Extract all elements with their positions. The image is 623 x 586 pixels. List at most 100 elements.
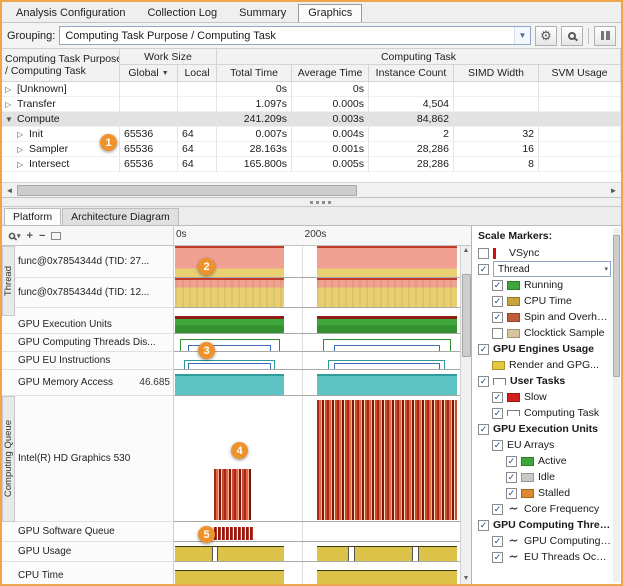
expand-icon[interactable]: ▷ xyxy=(17,130,26,139)
checkbox[interactable]: ✓ xyxy=(492,408,503,419)
zoom-mode-button[interactable]: ▾ xyxy=(8,232,21,240)
legend-scrollbar[interactable] xyxy=(613,228,620,582)
row-label[interactable]: GPU Computing Threads Dis... xyxy=(2,334,174,352)
expand-icon[interactable]: ▷ xyxy=(5,85,14,94)
checkbox[interactable]: ✓ xyxy=(492,280,503,291)
scroll-left-arrow[interactable]: ◄ xyxy=(2,186,17,195)
gpu-eu-instructions-chart[interactable] xyxy=(174,352,460,370)
checkbox[interactable]: ✓ xyxy=(506,488,517,499)
table-horizontal-scrollbar[interactable]: ◄ ► xyxy=(2,182,621,197)
grouping-combobox[interactable]: Computing Task Purpose / Computing Task … xyxy=(59,26,531,45)
gpu-memory-access-chart[interactable] xyxy=(174,370,460,396)
scrollbar-thumb[interactable] xyxy=(613,235,620,377)
timeline-ruler[interactable]: 0s 200s xyxy=(174,226,471,245)
checkbox[interactable]: ✓ xyxy=(492,552,503,563)
checkbox[interactable]: ✓ xyxy=(478,344,489,355)
column-header-instance-count[interactable]: Instance Count xyxy=(369,65,454,82)
checkbox[interactable]: ✓ xyxy=(492,504,503,515)
gpu-computing-threads-chart[interactable] xyxy=(174,334,460,352)
collapse-icon[interactable]: ▼ xyxy=(5,115,14,124)
zoom-in-button[interactable]: + xyxy=(27,230,33,242)
search-button[interactable] xyxy=(561,26,583,46)
column-header-total-time[interactable]: Total Time xyxy=(217,65,292,82)
chevron-down-icon[interactable]: ▼ xyxy=(514,27,530,44)
checkbox[interactable]: ✓ xyxy=(506,456,517,467)
row-label[interactable]: GPU EU Instructions xyxy=(2,352,174,370)
checkbox[interactable]: ✓ xyxy=(478,424,489,435)
row-label[interactable]: func@0x7854344d (TID: 27... xyxy=(2,246,174,278)
table-row-unknown[interactable]: ▷[Unknown] 0s 0s xyxy=(2,82,621,97)
column-header-task-purpose[interactable]: Computing Task Purpose / Computing Task xyxy=(2,49,120,82)
panel-layout-button[interactable] xyxy=(594,26,616,46)
checkbox[interactable]: ✓ xyxy=(492,536,503,547)
timeline-row-thread-2[interactable]: func@0x7854344d (TID: 12... xyxy=(2,278,460,308)
table-row-intersect[interactable]: ▷Intersect 65536 64 165.800s 0.005s 28,2… xyxy=(2,157,621,172)
timeline-row-gpu-memory-access[interactable]: GPU Memory Access46.685 xyxy=(2,370,460,396)
checkbox[interactable] xyxy=(492,328,503,339)
scrollbar-thumb[interactable] xyxy=(17,185,357,196)
column-header-local[interactable]: Local xyxy=(178,65,217,82)
scroll-down-arrow[interactable]: ▼ xyxy=(463,575,470,583)
zoom-selection-button[interactable] xyxy=(51,232,61,240)
table-row-transfer[interactable]: ▷Transfer 1.097s 0.000s 4,504 xyxy=(2,97,621,112)
table-row-compute[interactable]: ▼Compute 241.209s 0.003s 84,862 xyxy=(2,112,621,127)
timeline-row-gpu-usage[interactable]: GPU Usage xyxy=(2,542,460,562)
thread-1-chart[interactable] xyxy=(174,246,460,278)
scrollbar-thumb[interactable] xyxy=(462,274,471,357)
expand-icon[interactable]: ▷ xyxy=(17,145,26,154)
column-group-computing-task[interactable]: Computing Task xyxy=(217,49,621,65)
timeline-row-gpu-execution-units[interactable]: GPU Execution Units xyxy=(2,316,460,334)
checkbox[interactable]: ✓ xyxy=(492,312,503,323)
scrollbar-track[interactable] xyxy=(462,255,471,575)
timeline-row-thread-1[interactable]: func@0x7854344d (TID: 27... xyxy=(2,246,460,278)
column-header-simd-width[interactable]: SIMD Width xyxy=(454,65,539,82)
expand-icon[interactable]: ▷ xyxy=(17,160,26,169)
table-row-sampler[interactable]: ▷Sampler 65536 64 28.163s 0.001s 28,286 … xyxy=(2,142,621,157)
scroll-right-arrow[interactable]: ► xyxy=(606,186,621,195)
expand-icon[interactable]: ▷ xyxy=(5,100,14,109)
scroll-up-arrow[interactable]: ▲ xyxy=(463,247,470,255)
row-label[interactable]: GPU Usage xyxy=(2,542,174,562)
thread-2-chart[interactable] xyxy=(174,278,460,308)
thread-filter-combobox[interactable]: Thread▾ xyxy=(493,261,611,277)
column-group-work-size[interactable]: Work Size xyxy=(120,49,217,65)
tab-analysis-configuration[interactable]: Analysis Configuration xyxy=(6,4,135,22)
checkbox[interactable] xyxy=(478,248,489,259)
row-label[interactable]: GPU Execution Units xyxy=(2,316,174,334)
tab-architecture-diagram[interactable]: Architecture Diagram xyxy=(62,208,179,225)
tab-collection-log[interactable]: Collection Log xyxy=(137,4,227,22)
row-label[interactable]: Intel(R) HD Graphics 530 xyxy=(2,396,174,522)
checkbox[interactable]: ✓ xyxy=(492,296,503,307)
timeline-row-gpu-software-queue[interactable]: GPU Software Queue xyxy=(2,522,460,542)
zoom-out-button[interactable]: − xyxy=(39,230,45,242)
checkbox[interactable]: ✓ xyxy=(492,440,503,451)
column-header-svm-usage[interactable]: SVM Usage xyxy=(539,65,621,82)
row-label[interactable]: CPU Time xyxy=(2,562,174,584)
customize-grouping-button[interactable]: ⚙ xyxy=(535,26,557,46)
column-header-global[interactable]: Global▼ xyxy=(120,65,178,82)
row-label[interactable]: GPU Software Queue xyxy=(2,522,174,542)
computing-queue-chart[interactable] xyxy=(174,396,460,522)
checkbox[interactable]: ✓ xyxy=(478,520,489,531)
checkbox[interactable]: ✓ xyxy=(478,264,489,275)
timeline-row-computing-queue[interactable]: Intel(R) HD Graphics 530 xyxy=(2,396,460,522)
cpu-time-chart[interactable] xyxy=(174,562,460,584)
checkbox[interactable]: ✓ xyxy=(478,376,489,387)
pane-splitter[interactable] xyxy=(2,198,621,207)
column-header-average-time[interactable]: Average Time xyxy=(292,65,369,82)
timeline-row-gpu-computing-threads[interactable]: GPU Computing Threads Dis... xyxy=(2,334,460,352)
tab-platform[interactable]: Platform xyxy=(4,208,61,225)
tab-graphics[interactable]: Graphics xyxy=(298,4,362,22)
tab-summary[interactable]: Summary xyxy=(229,4,296,22)
row-label[interactable]: func@0x7854344d (TID: 12... xyxy=(2,278,174,308)
timeline-vertical-scrollbar[interactable]: ▲ ▼ xyxy=(460,246,471,584)
table-row-init[interactable]: ▷Init 65536 64 0.007s 0.004s 2 32 xyxy=(2,127,621,142)
gpu-execution-units-chart[interactable] xyxy=(174,316,460,334)
checkbox[interactable]: ✓ xyxy=(506,472,517,483)
checkbox[interactable]: ✓ xyxy=(492,392,503,403)
timeline-row-cpu-time[interactable]: CPU Time xyxy=(2,562,460,584)
timeline-row-gpu-eu-instructions[interactable]: GPU EU Instructions xyxy=(2,352,460,370)
gpu-usage-chart[interactable] xyxy=(174,542,460,562)
gpu-software-queue-chart[interactable] xyxy=(174,522,460,542)
row-label[interactable]: GPU Memory Access46.685 xyxy=(2,370,174,396)
